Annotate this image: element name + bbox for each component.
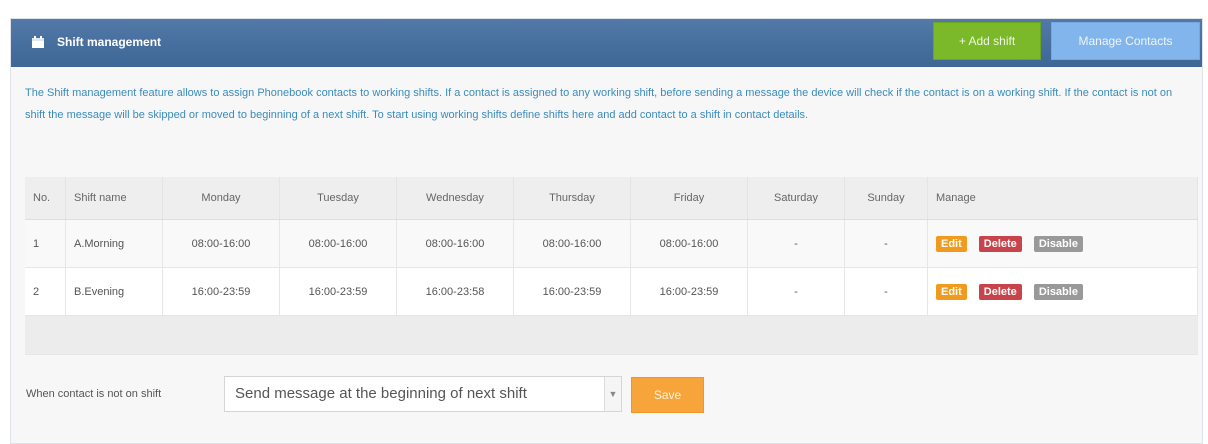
feature-description: The Shift management feature allows to a…: [25, 87, 1173, 121]
cell-monday: 08:00-16:00: [162, 219, 280, 268]
cell-friday: 08:00-16:00: [630, 219, 748, 268]
column-header-shift-name: Shift name: [65, 177, 163, 220]
cell-thursday: 08:00-16:00: [513, 219, 631, 268]
table-row: 1 A.Morning 08:00-16:00 08:00-16:00 08:0…: [25, 219, 1198, 268]
edit-button[interactable]: Edit: [936, 283, 967, 300]
cell-manage: Edit Delete Disable: [927, 267, 1198, 316]
empty-cell: [25, 315, 1198, 355]
cell-sunday: -: [844, 219, 928, 268]
add-shift-button[interactable]: + Add shift: [933, 22, 1041, 60]
calendar-icon: [31, 35, 45, 49]
cell-wednesday: 08:00-16:00: [396, 219, 514, 268]
disable-button[interactable]: Disable: [1033, 235, 1083, 252]
cell-saturday: -: [747, 219, 845, 268]
shifts-table: No. Shift name Monday Tuesday Wednesday …: [25, 177, 1198, 355]
panel-header: Shift management + Add shift Manage Cont…: [11, 19, 1202, 67]
column-header-no: No.: [25, 177, 66, 220]
cell-thursday: 16:00-23:59: [513, 267, 631, 316]
edit-button[interactable]: Edit: [936, 235, 967, 252]
column-header-tuesday: Tuesday: [279, 177, 397, 220]
cell-tuesday: 08:00-16:00: [279, 219, 397, 268]
cell-no: 1: [25, 219, 66, 268]
not-on-shift-select[interactable]: Send message at the beginning of next sh…: [224, 376, 622, 412]
column-header-friday: Friday: [630, 177, 748, 220]
save-button[interactable]: Save: [631, 377, 704, 413]
table-empty-row: [25, 315, 1198, 355]
delete-button[interactable]: Delete: [978, 283, 1022, 300]
column-header-saturday: Saturday: [747, 177, 845, 220]
cell-shift-name: B.Evening: [65, 267, 163, 316]
cell-wednesday: 16:00-23:58: [396, 267, 514, 316]
cell-sunday: -: [844, 267, 928, 316]
delete-button[interactable]: Delete: [978, 235, 1022, 252]
not-on-shift-label: When contact is not on shift: [26, 388, 162, 400]
column-header-thursday: Thursday: [513, 177, 631, 220]
table-row: 2 B.Evening 16:00-23:59 16:00-23:59 16:0…: [25, 267, 1198, 316]
cell-saturday: -: [747, 267, 845, 316]
cell-manage: Edit Delete Disable: [927, 219, 1198, 268]
column-header-wednesday: Wednesday: [396, 177, 514, 220]
cell-tuesday: 16:00-23:59: [279, 267, 397, 316]
column-header-monday: Monday: [162, 177, 280, 220]
shift-management-panel: Shift management + Add shift Manage Cont…: [10, 18, 1203, 444]
manage-contacts-button[interactable]: Manage Contacts: [1051, 22, 1200, 60]
cell-monday: 16:00-23:59: [162, 267, 280, 316]
select-value: Send message at the beginning of next sh…: [235, 385, 527, 402]
disable-button[interactable]: Disable: [1033, 283, 1083, 300]
panel-title: Shift management: [57, 35, 162, 49]
column-header-sunday: Sunday: [844, 177, 928, 220]
cell-shift-name: A.Morning: [65, 219, 163, 268]
cell-friday: 16:00-23:59: [630, 267, 748, 316]
chevron-down-icon[interactable]: ▼: [604, 377, 621, 411]
cell-no: 2: [25, 267, 66, 316]
column-header-manage: Manage: [927, 177, 1198, 220]
table-header-row: No. Shift name Monday Tuesday Wednesday …: [25, 177, 1198, 220]
